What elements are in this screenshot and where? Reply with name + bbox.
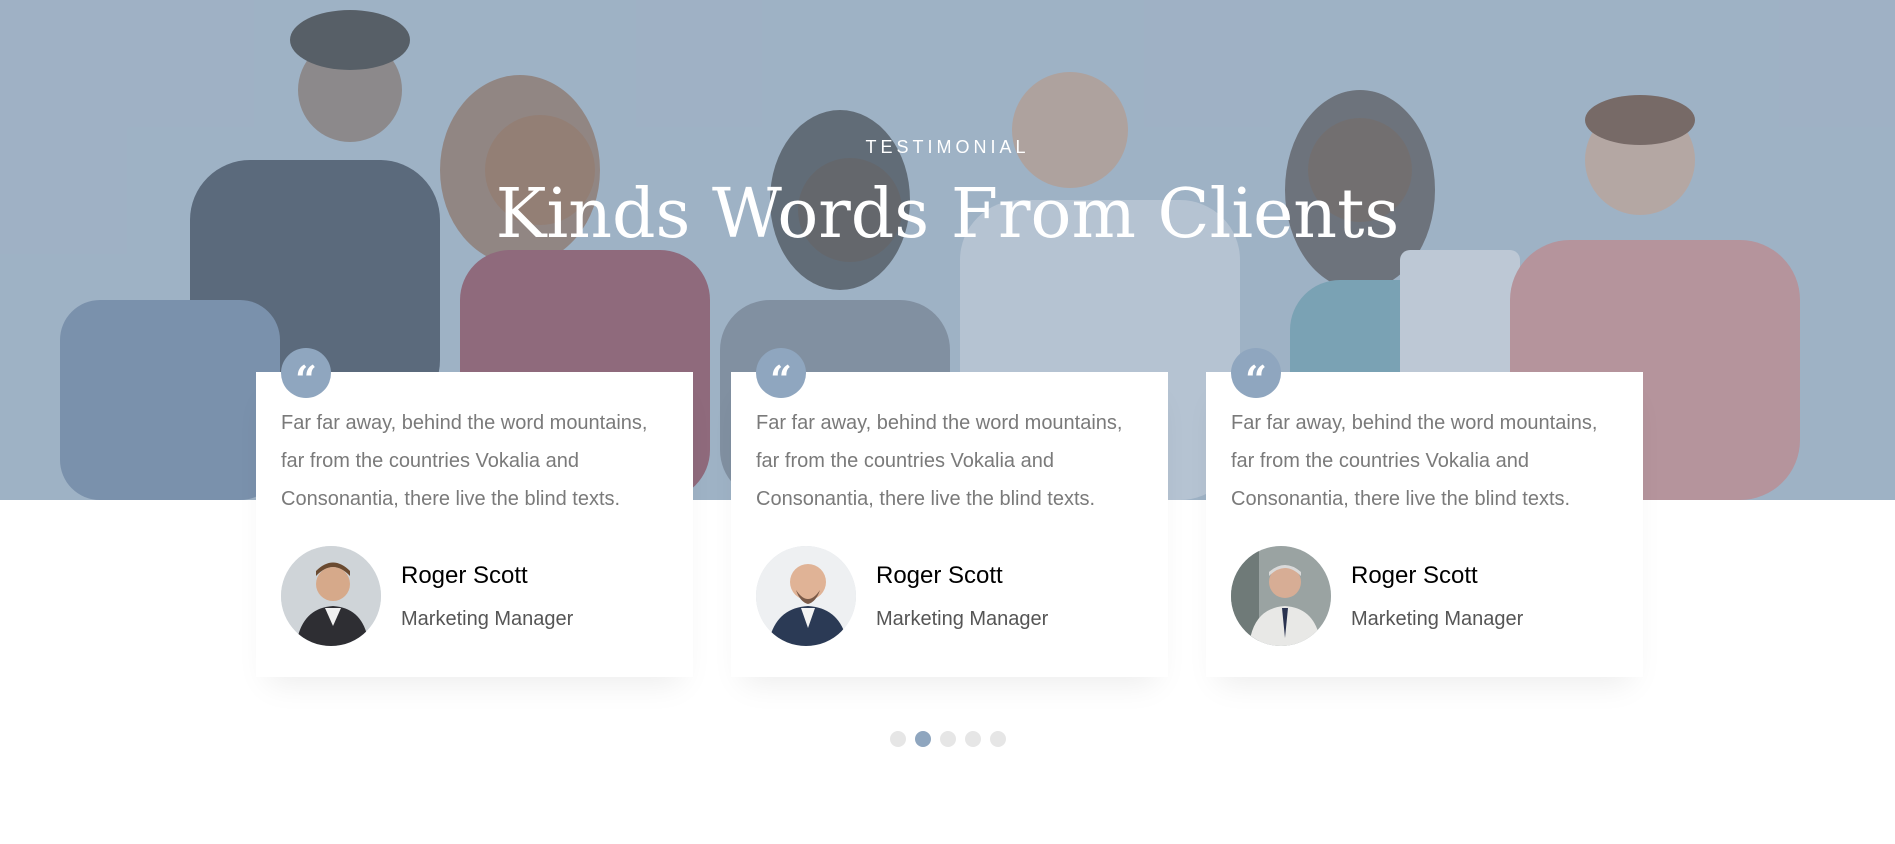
testimonial-card: “ Far far away, behind the word mountain…: [731, 348, 1168, 677]
client-position: Marketing Manager: [401, 608, 574, 630]
client-position: Marketing Manager: [1351, 608, 1524, 630]
quote-left-icon: “: [1231, 348, 1281, 399]
section-heading: Kinds Words From Clients: [495, 175, 1400, 254]
avatar: [756, 546, 856, 646]
client-name: Roger Scott: [876, 562, 1003, 589]
testimonial-text: Far far away, behind the word mountains,…: [1231, 412, 1598, 510]
testimonial-text: Far far away, behind the word mountains,…: [281, 412, 648, 510]
client-name: Roger Scott: [1351, 562, 1478, 589]
carousel-dot[interactable]: [940, 731, 956, 747]
carousel-dot[interactable]: [990, 731, 1006, 747]
avatar: [1231, 546, 1331, 646]
carousel-dot[interactable]: [890, 731, 906, 747]
quote-left-icon: “: [281, 348, 331, 399]
quote-left-icon: “: [756, 348, 806, 399]
client-position: Marketing Manager: [876, 608, 1049, 630]
carousel-dot[interactable]: [965, 731, 981, 747]
testimonial-card: “ Far far away, behind the word mountain…: [1206, 348, 1643, 677]
carousel-dot[interactable]: [915, 731, 931, 747]
section-subheading: TESTIMONIAL: [865, 137, 1030, 157]
testimonial-card: “ Far far away, behind the word mountain…: [256, 348, 693, 677]
testimonial-text: Far far away, behind the word mountains,…: [756, 412, 1123, 510]
avatar: [281, 546, 381, 646]
carousel-dots: [890, 731, 1006, 747]
client-name: Roger Scott: [401, 562, 528, 589]
